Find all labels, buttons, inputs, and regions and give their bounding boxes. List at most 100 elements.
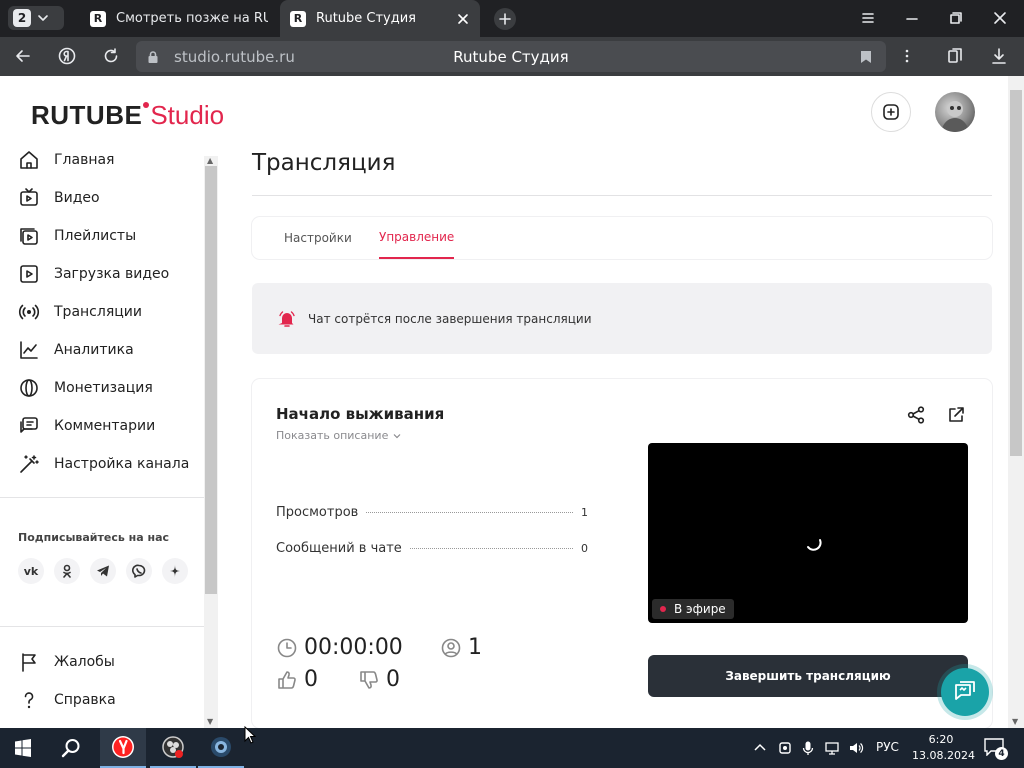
likes-value: 0	[304, 667, 318, 692]
window-close-icon[interactable]	[992, 10, 1008, 26]
chat-notice-banner: Чат сотрётся после завершения трансляции	[252, 283, 992, 354]
thumbs-up-icon	[278, 670, 296, 689]
tray-chevron-up-icon[interactable]	[752, 740, 768, 756]
search-button[interactable]	[48, 728, 94, 768]
show-description-toggle[interactable]: Показать описание	[276, 429, 402, 442]
menu-icon[interactable]	[860, 10, 876, 26]
clock-time: 6:20	[928, 733, 954, 746]
sidebar-item-label: Главная	[54, 152, 115, 168]
minimize-icon[interactable]	[904, 10, 920, 26]
sidebar-item-upload[interactable]: Загрузка видео	[18, 259, 198, 289]
omnibox[interactable]: studio.rutube.ru Rutube Студия	[136, 41, 886, 72]
sidebar-item-video[interactable]: Видео	[18, 183, 198, 213]
start-button[interactable]	[0, 728, 46, 768]
bookmark-icon[interactable]	[860, 50, 872, 64]
url-text[interactable]: studio.rutube.ru	[174, 48, 344, 66]
new-tab-button[interactable]	[494, 8, 516, 30]
ok-icon	[63, 564, 71, 578]
live-badge: В эфире	[652, 599, 734, 619]
ok-button[interactable]	[54, 558, 80, 584]
scroll-up-arrow[interactable]: ▲	[207, 156, 213, 165]
stream-preview-player[interactable]: В эфире	[648, 443, 968, 623]
browser-tab-watch-later[interactable]: R Смотреть позже на RUTUBE	[80, 0, 278, 37]
input-language[interactable]: РУС	[876, 740, 899, 754]
sidebar-item-label: Справка	[54, 692, 116, 708]
playlist-icon	[20, 228, 38, 245]
windows-logo-icon	[15, 739, 31, 757]
browser-tab-rutube-studio[interactable]: R Rutube Студия	[280, 0, 480, 37]
chat-messages-stat: Сообщений в чате 0	[276, 541, 588, 556]
viewers-now-counter: 1	[440, 635, 482, 660]
open-external-icon[interactable]	[946, 405, 966, 425]
logo-product: Studio	[150, 100, 225, 130]
system-clock[interactable]: 6:20 13.08.2024	[912, 732, 975, 764]
microphone-icon[interactable]	[800, 740, 816, 756]
chat-messages-value: 0	[581, 542, 588, 555]
back-arrow-icon[interactable]	[14, 47, 32, 65]
scroll-down-arrow[interactable]: ▼	[207, 717, 213, 726]
reload-icon[interactable]	[102, 47, 120, 65]
sidebar-item-label: Аналитика	[54, 342, 134, 358]
close-icon[interactable]	[456, 12, 470, 26]
sidebar-item-playlists[interactable]: Плейлисты	[18, 221, 198, 251]
rutube-studio-logo[interactable]: RUTUBE Studio	[31, 100, 224, 130]
rutube-favicon: R	[90, 10, 106, 27]
taskbar-yandex-browser[interactable]	[100, 728, 146, 768]
tab-management[interactable]: Управление	[379, 217, 455, 259]
views-value: 1	[581, 506, 588, 519]
sidebar-item-label: Монетизация	[54, 380, 153, 396]
download-icon[interactable]	[990, 47, 1008, 65]
upload-icon	[20, 265, 38, 283]
sidebar-item-label: Настройка канала	[54, 456, 190, 472]
avatar[interactable]	[935, 92, 975, 132]
dislikes-value: 0	[386, 667, 400, 692]
scrollbar-thumb[interactable]	[1010, 90, 1022, 456]
notification-center-button[interactable]: 4	[984, 738, 1008, 760]
viber-button[interactable]	[126, 558, 152, 584]
sidebar-item-help[interactable]: Справка	[18, 685, 198, 715]
sidebar-item-complaints[interactable]: Жалобы	[18, 647, 198, 677]
sidebar-scrollbar[interactable]: ▲ ▼	[204, 156, 218, 728]
broadcast-icon	[18, 304, 40, 320]
scrollbar-thumb[interactable]	[205, 166, 217, 594]
more-vertical-icon[interactable]	[898, 47, 916, 65]
logo-dot	[143, 102, 150, 108]
tab-counter-button[interactable]: 2	[8, 6, 64, 30]
sidebar-item-comments[interactable]: Комментарии	[18, 411, 198, 441]
taskbar-app[interactable]	[198, 728, 244, 768]
vk-icon: vk	[23, 564, 39, 578]
page-scrollbar[interactable]: ▼	[1008, 76, 1024, 728]
duration-counter: 00:00:00	[276, 635, 403, 660]
thumbs-down-icon	[360, 670, 378, 689]
zen-button[interactable]	[162, 558, 188, 584]
tab-settings[interactable]: Настройки	[284, 217, 352, 259]
sidebar-item-broadcasts[interactable]: Трансляции	[18, 297, 198, 327]
network-icon[interactable]	[824, 740, 840, 756]
volume-icon[interactable]	[848, 740, 864, 756]
sidebar-item-label: Комментарии	[54, 418, 156, 434]
taskbar-obs[interactable]	[150, 728, 196, 768]
sidebar: Главная Видео Плейлисты Загрузка видео Т…	[0, 146, 204, 728]
end-broadcast-button[interactable]: Завершить трансляцию	[648, 655, 968, 697]
sidebar-item-analytics[interactable]: Аналитика	[18, 335, 198, 365]
add-square-icon	[883, 104, 899, 120]
support-chat-button[interactable]	[941, 668, 989, 716]
restore-icon[interactable]	[948, 10, 964, 26]
sidebar-item-monetization[interactable]: Монетизация	[18, 373, 198, 403]
collections-icon[interactable]	[946, 47, 964, 65]
lock-icon[interactable]	[146, 50, 160, 64]
yandex-icon[interactable]	[58, 47, 76, 65]
vk-button[interactable]: vk	[18, 558, 44, 584]
viewers-now-value: 1	[468, 635, 482, 660]
create-button[interactable]	[871, 92, 911, 132]
app-icon	[211, 737, 231, 757]
dot-leader	[366, 512, 573, 513]
page-title: Трансляция	[252, 150, 396, 176]
share-icon[interactable]	[906, 405, 926, 425]
tab-label: Rutube Студия	[316, 11, 417, 26]
tray-app-icon[interactable]	[777, 740, 793, 756]
sidebar-item-channel-settings[interactable]: Настройка канала	[18, 449, 198, 479]
scroll-down-arrow[interactable]: ▼	[1012, 717, 1018, 726]
telegram-button[interactable]	[90, 558, 116, 584]
sidebar-item-home[interactable]: Главная	[18, 145, 198, 175]
